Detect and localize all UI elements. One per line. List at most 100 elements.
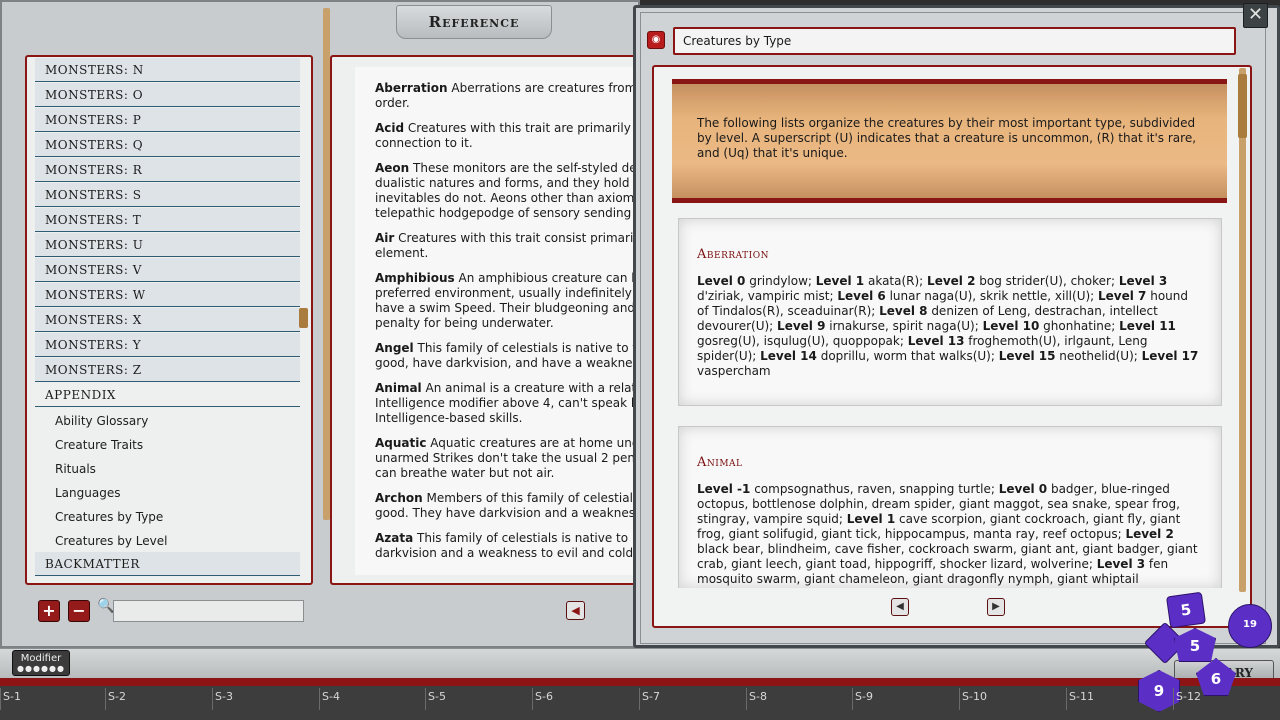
intro-banner: The following lists organize the creatur… <box>672 79 1227 203</box>
trait-name[interactable]: Aeon <box>375 161 409 175</box>
level-label: Level 8 <box>879 304 927 318</box>
reference-index-list: Monsters: NMonsters: OMonsters: PMonster… <box>25 55 313 585</box>
index-item[interactable]: Creature Traits <box>35 433 300 457</box>
index-item[interactable]: Monsters: W <box>35 283 300 307</box>
modifier-dots: ●●●●●● <box>13 664 69 673</box>
index-item[interactable]: Monsters: S <box>35 183 300 207</box>
hotbar-divider <box>0 678 1280 686</box>
trait-text: This family of celestials is native to E… <box>413 531 640 545</box>
index-item[interactable]: Monsters: O <box>35 83 300 107</box>
index-item[interactable]: Creatures by Type <box>35 505 300 529</box>
creature-list[interactable]: neothelid(U); <box>1055 349 1141 363</box>
hotkey-slot[interactable]: S-11 <box>1069 690 1094 703</box>
level-label: Level 17 <box>1142 349 1199 363</box>
content-scrollbar[interactable] <box>1239 68 1246 592</box>
index-item[interactable]: Languages <box>35 481 300 505</box>
trait-text: Intelligence modifier above 4, can't spe… <box>375 396 640 410</box>
section-heading: Animal <box>697 455 1203 470</box>
hotkey-slot[interactable]: S-1 <box>3 690 21 703</box>
trait-name[interactable]: Azata <box>375 531 413 545</box>
index-item[interactable]: Monsters: Z <box>35 358 300 382</box>
creature-list[interactable]: grindylow; <box>745 274 815 288</box>
level-label: Level 0 <box>697 274 745 288</box>
index-item[interactable]: Monsters: X <box>35 308 300 332</box>
link-icon[interactable]: ◉ <box>647 31 665 49</box>
index-item[interactable]: Monsters: P <box>35 108 300 132</box>
level-label: Level 7 <box>1098 289 1146 303</box>
trait-entry: Animal An animal is a creature with a re… <box>375 381 640 426</box>
trait-text: inevitables do not. Aeons other than axi… <box>375 191 640 205</box>
window-title-field[interactable]: Creatures by Type <box>673 27 1236 55</box>
level-label: Level 10 <box>983 319 1040 333</box>
next-page-button[interactable]: ▶ <box>987 598 1005 616</box>
traits-text-panel: Aberration Aberrations are creatures fro… <box>330 55 640 585</box>
index-scrollbar-thumb[interactable] <box>299 308 308 328</box>
trait-name[interactable]: Aquatic <box>375 436 426 450</box>
reference-back-button[interactable]: ◀ <box>566 601 585 620</box>
trait-name[interactable]: Air <box>375 231 394 245</box>
hotkey-slot[interactable]: S-8 <box>749 690 767 703</box>
trait-entry: Archon Members of this family of celesti… <box>375 491 640 521</box>
index-item[interactable]: Creatures by Level <box>35 529 300 553</box>
level-label: Level 3 <box>1097 557 1145 571</box>
index-scrollbar[interactable] <box>323 8 330 520</box>
creature-list[interactable]: doprillu, worm that walks(U); <box>817 349 999 363</box>
d20-die-icon[interactable]: 19 <box>1228 604 1272 648</box>
trait-text: An amphibious creature can breatl <box>455 271 640 285</box>
index-item[interactable]: Monsters: T <box>35 208 300 232</box>
creature-list[interactable]: brood leech swarm, giant <box>1030 587 1186 588</box>
trait-text: Aquatic creatures are at home underw <box>426 436 640 450</box>
index-item[interactable]: Appendix <box>35 383 300 407</box>
trait-name[interactable]: Angel <box>375 341 414 355</box>
creature-list[interactable]: compsognathus, raven, snapping turtle; <box>750 482 998 496</box>
close-icon[interactable]: ✕ <box>1243 3 1268 28</box>
section-aberration: Aberration Level 0 grindylow; Level 1 ak… <box>678 218 1222 406</box>
hotkey-slot[interactable]: S-4 <box>322 690 340 703</box>
hotkey-slot[interactable]: S-7 <box>642 690 660 703</box>
hotkey-slot[interactable]: S-12 <box>1176 690 1201 703</box>
hotkey-slot[interactable]: S-3 <box>215 690 233 703</box>
index-item[interactable]: Ability Glossary <box>35 409 300 433</box>
trait-text: penalty for being underwater. <box>375 316 554 330</box>
level-label: Level 4 <box>981 587 1029 588</box>
creature-list[interactable]: bog strider(U), choker; <box>975 274 1118 288</box>
hotkey-slot[interactable]: S-6 <box>535 690 553 703</box>
trait-entry: Aquatic Aquatic creatures are at home un… <box>375 436 640 481</box>
level-label: Level -1 <box>697 482 750 496</box>
index-item[interactable]: Backmatter <box>35 552 300 576</box>
hotkey-slot[interactable]: S-10 <box>962 690 987 703</box>
level-label: Level 11 <box>1119 319 1176 333</box>
index-item[interactable]: Rituals <box>35 457 300 481</box>
trait-name[interactable]: Aberration <box>375 81 448 95</box>
creature-list[interactable]: akata(R); <box>864 274 927 288</box>
level-label: Level 0 <box>999 482 1047 496</box>
trait-name[interactable]: Amphibious <box>375 271 455 285</box>
index-item[interactable]: Monsters: U <box>35 233 300 257</box>
add-entry-button[interactable]: + <box>38 600 60 622</box>
reference-window-title[interactable]: Reference <box>396 5 552 39</box>
section-body: Level 0 grindylow; Level 1 akata(R); Lev… <box>697 274 1203 379</box>
creature-list[interactable]: lunar naga(U), skrik nettle, xill(U); <box>886 289 1098 303</box>
index-item[interactable]: Monsters: Q <box>35 133 300 157</box>
hotkey-slot[interactable]: S-9 <box>855 690 873 703</box>
d6-die-icon[interactable]: 5 <box>1166 592 1206 629</box>
hotkey-slot[interactable]: S-2 <box>108 690 126 703</box>
hotkey-slot[interactable]: S-5 <box>428 690 446 703</box>
trait-text: This family of celestials is native to t… <box>414 341 640 355</box>
trait-name[interactable]: Acid <box>375 121 404 135</box>
trait-name[interactable]: Animal <box>375 381 422 395</box>
modifier-box[interactable]: Modifier ●●●●●● <box>12 650 70 676</box>
level-label: Level 1 <box>816 274 864 288</box>
creature-list[interactable]: ghonhatine; <box>1039 319 1119 333</box>
trait-entry: Angel This family of celestials is nativ… <box>375 341 640 371</box>
index-item[interactable]: Monsters: Y <box>35 333 300 357</box>
index-item[interactable]: Monsters: R <box>35 158 300 182</box>
index-item[interactable]: Monsters: V <box>35 258 300 282</box>
search-input[interactable] <box>113 600 304 622</box>
previous-page-button[interactable]: ◀ <box>891 598 909 616</box>
index-item[interactable]: Monsters: N <box>35 58 300 82</box>
trait-name[interactable]: Archon <box>375 491 423 505</box>
remove-entry-button[interactable]: − <box>68 600 90 622</box>
creature-list[interactable]: irnakurse, spirit naga(U); <box>825 319 982 333</box>
content-scrollbar-thumb[interactable] <box>1238 74 1247 138</box>
